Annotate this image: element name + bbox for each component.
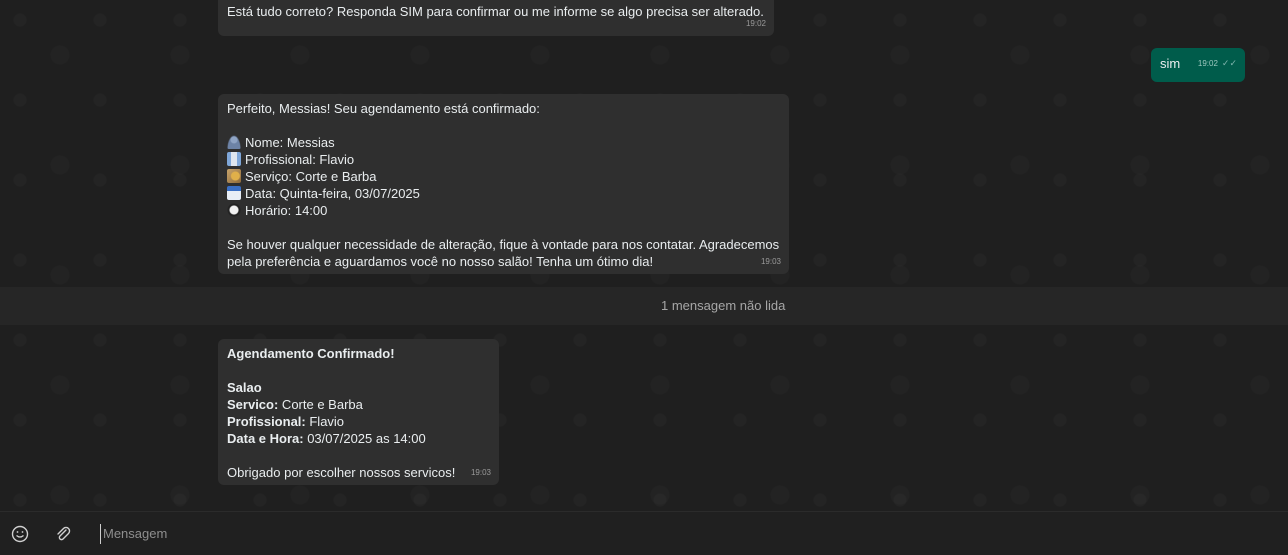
emoji-icon <box>11 525 29 543</box>
outro-line-2: pela preferência e aguardamos você no no… <box>227 254 654 269</box>
message-incoming[interactable]: Perfeito, Messias! Seu agendamento está … <box>218 94 789 274</box>
message-text: Está tudo correto? Responda SIM para con… <box>227 4 764 19</box>
servico-value: Corte e Barba <box>278 397 363 412</box>
haircut-icon <box>227 169 241 183</box>
horario-line: Horário: 14:00 <box>227 202 780 219</box>
servico-label: Servico: <box>227 397 279 412</box>
unread-label: 1 mensagem não lida <box>661 298 786 313</box>
nome-text: Nome: Messias <box>245 135 335 150</box>
message-time-wrap: 19:02 ✓✓ <box>1198 55 1237 72</box>
message-incoming[interactable]: Agendamento Confirmado! Salao Servico: C… <box>218 339 499 485</box>
message-intro: Perfeito, Messias! Seu agendamento está … <box>227 101 540 116</box>
message-composer: Mensagem <box>0 511 1288 555</box>
nome-line: Nome: Messias <box>227 134 780 151</box>
servico-line: Servico: Corte e Barba <box>227 396 490 413</box>
message-time: 19:03 <box>470 468 491 477</box>
data-text: Data: Quinta-feira, 03/07/2025 <box>245 186 420 201</box>
person-icon <box>227 135 241 149</box>
profissional-text: Profissional: Flavio <box>245 152 355 167</box>
paperclip-icon <box>57 526 71 541</box>
message-incoming[interactable]: Está tudo correto? Responda SIM para con… <box>218 0 774 36</box>
message-time: 19:02 <box>745 19 766 28</box>
unread-divider: 1 mensagem não lida <box>0 287 1288 325</box>
data-line: Data: Quinta-feira, 03/07/2025 <box>227 185 780 202</box>
calendar-icon <box>227 186 241 200</box>
outro-line-1: Se houver qualquer necessidade de altera… <box>227 237 780 252</box>
datahora-value: 03/07/2025 as 14:00 <box>303 431 426 446</box>
salao-label: Salao <box>227 380 262 395</box>
profissional-line: Profissional: Flavio <box>227 151 780 168</box>
message-outgoing[interactable]: sim 19:02 ✓✓ <box>1151 48 1245 82</box>
emoji-button[interactable] <box>10 524 30 544</box>
barber-icon <box>227 152 241 166</box>
profissional-line: Profissional: Flavio <box>227 413 490 430</box>
clock-icon <box>227 203 241 217</box>
servico-line: Serviço: Corte e Barba <box>227 168 780 185</box>
message-time: 19:02 <box>1197 59 1218 68</box>
attach-button[interactable] <box>53 524 73 544</box>
message-input[interactable]: Mensagem <box>100 524 167 544</box>
message-time: 19:03 <box>760 257 781 266</box>
message-title: Agendamento Confirmado! <box>227 346 395 361</box>
servico-text: Serviço: Corte e Barba <box>245 169 377 184</box>
profissional-value: Flavio <box>305 414 345 429</box>
chat-area[interactable]: Está tudo correto? Responda SIM para con… <box>0 0 1288 511</box>
datahora-label: Data e Hora: <box>227 431 304 446</box>
horario-text: Horário: 14:00 <box>245 203 328 218</box>
double-check-icon: ✓✓ <box>1221 58 1237 68</box>
profissional-label: Profissional: <box>227 414 306 429</box>
datahora-line: Data e Hora: 03/07/2025 as 14:00 <box>227 430 490 447</box>
thanks-text: Obrigado por escolher nossos servicos! <box>227 465 456 480</box>
